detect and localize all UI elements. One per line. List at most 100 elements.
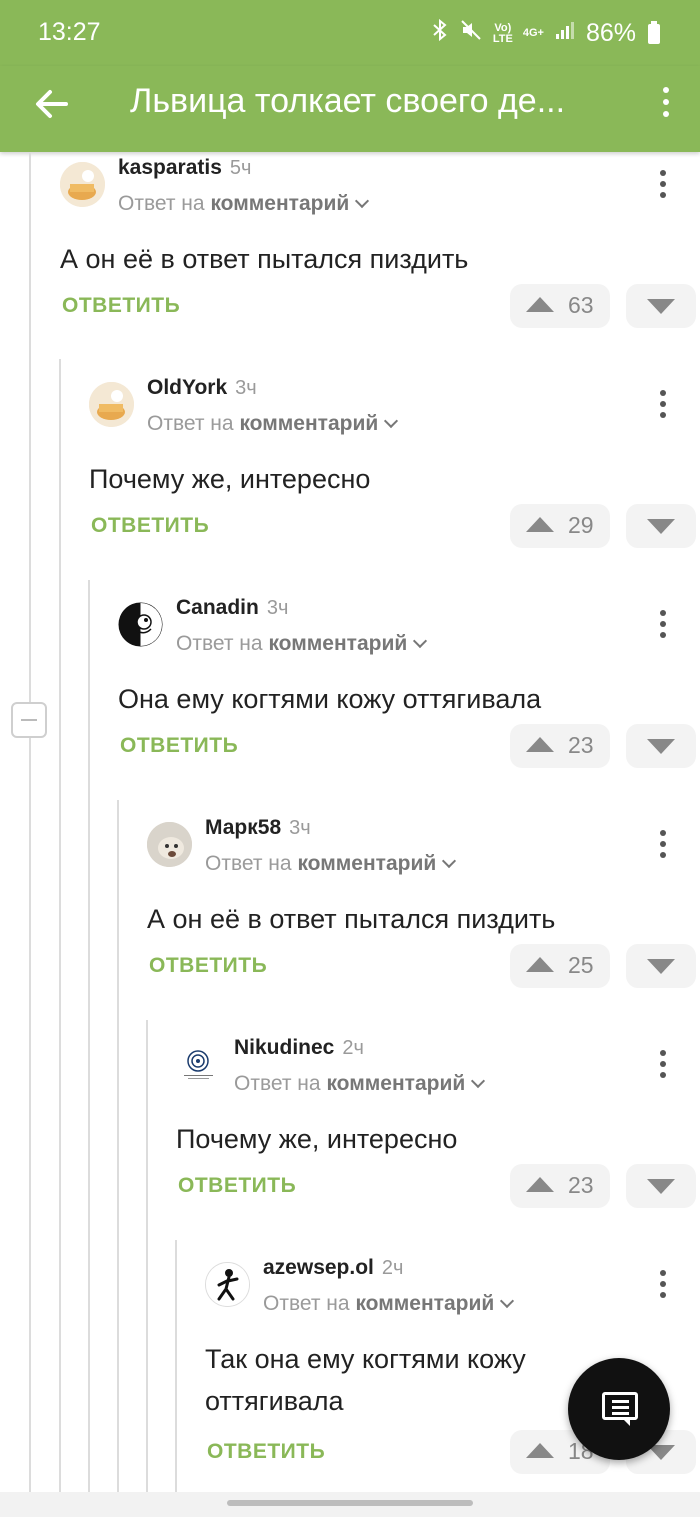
pie-avatar[interactable]	[60, 162, 105, 207]
figure-avatar[interactable]	[205, 1262, 250, 1307]
comment-time: 2ч	[381, 1257, 404, 1279]
status-bar: 13:27 Vo) LTE 4G+ 86%	[0, 0, 700, 66]
reply-target: комментарий	[355, 1292, 495, 1315]
arrow-up-icon	[526, 737, 554, 752]
reply-button[interactable]: ОТВЕТИТЬ	[120, 734, 238, 758]
battery-percent: 86%	[585, 19, 636, 47]
upvote-button[interactable]: 23	[510, 1164, 610, 1208]
arrow-up-icon	[526, 297, 554, 312]
reply-button[interactable]: ОТВЕТИТЬ	[207, 1440, 325, 1464]
comment-icon	[602, 1392, 638, 1426]
collapse-thread-button[interactable]	[11, 702, 47, 738]
reply-prefix: Ответ на	[147, 412, 234, 435]
thread-line	[29, 152, 31, 1492]
reply-button[interactable]: ОТВЕТИТЬ	[91, 514, 209, 538]
app-bar: Львица толкает своего де...	[0, 66, 700, 152]
comment-menu-icon[interactable]	[656, 828, 670, 864]
reply-prefix: Ответ на	[234, 1072, 321, 1095]
arrow-up-icon	[526, 1443, 554, 1458]
upvote-button[interactable]: 63	[510, 284, 610, 328]
reply-prefix: Ответ на	[118, 192, 205, 215]
comment-username[interactable]: Марк58 3ч	[205, 816, 311, 840]
thread-line	[88, 580, 90, 1492]
vote-count: 23	[568, 1172, 594, 1198]
arrow-up-icon	[526, 1177, 554, 1192]
reply-to-link[interactable]: Ответ на комментарий	[234, 1072, 486, 1096]
vote-count: 25	[568, 952, 594, 978]
reply-to-link[interactable]: Ответ на комментарий	[176, 632, 428, 656]
home-gesture-handle[interactable]	[227, 1500, 473, 1506]
downvote-button[interactable]	[626, 1164, 696, 1208]
reply-button[interactable]: ОТВЕТИТЬ	[149, 954, 267, 978]
arrow-up-icon	[526, 517, 554, 532]
pie-avatar[interactable]	[89, 382, 134, 427]
comment-username[interactable]: Nikudinec 2ч	[234, 1036, 364, 1060]
comment-username[interactable]: azewsep.ol 2ч	[263, 1256, 403, 1280]
vote-count: 29	[568, 512, 594, 538]
status-icons: Vo) LTE 4G+ 86%	[431, 18, 660, 49]
comment-text: Она ему когтями кожу оттягивала	[118, 684, 542, 714]
reply-prefix: Ответ на	[176, 632, 263, 655]
reply-prefix: Ответ на	[263, 1292, 350, 1315]
photo-avatar[interactable]	[147, 822, 192, 867]
comment-username[interactable]: OldYork 3ч	[147, 376, 257, 400]
reply-target: комментарий	[239, 412, 379, 435]
comment-username[interactable]: Canadin 3ч	[176, 596, 288, 620]
comment-username[interactable]: kasparatis 5ч	[118, 156, 251, 180]
bluetooth-icon	[431, 18, 449, 49]
reply-to-link[interactable]: Ответ на комментарий	[263, 1292, 515, 1316]
back-arrow-icon[interactable]	[30, 82, 74, 126]
arrow-down-icon	[647, 299, 675, 314]
comment-time: 5ч	[229, 157, 252, 179]
battery-icon	[648, 20, 660, 44]
arrow-down-icon	[647, 519, 675, 534]
comment-menu-icon[interactable]	[656, 168, 670, 204]
thread-line	[59, 359, 61, 1492]
reply-button[interactable]: ОТВЕТИТЬ	[62, 294, 180, 318]
comment: Canadin 3ч Ответ на комментарий Она ему к…	[118, 592, 700, 812]
downvote-button[interactable]	[626, 724, 696, 768]
chevron-down-icon	[355, 193, 370, 209]
arrow-up-icon	[526, 957, 554, 972]
downvote-button[interactable]	[626, 944, 696, 988]
reply-to-link[interactable]: Ответ на комментарий	[118, 192, 370, 216]
comment-menu-icon[interactable]	[656, 388, 670, 424]
reply-target: комментарий	[268, 632, 408, 655]
comment-text: Почему же, интересно	[89, 464, 371, 494]
arrow-down-icon	[647, 739, 675, 754]
network-type: 4G+	[522, 27, 544, 39]
comment-thread[interactable]: kasparatis 5ч Ответ на комментарий А он е…	[0, 152, 700, 1492]
comment: OldYork 3ч Ответ на комментарий Почему же…	[89, 372, 700, 592]
downvote-button[interactable]	[626, 284, 696, 328]
comment-text: А он её в ответ пытался пиздить	[147, 904, 556, 934]
system-nav-bar	[0, 1492, 700, 1517]
dog-avatar[interactable]	[118, 602, 163, 647]
comment: Марк58 3ч Ответ на комментарий А он её в …	[147, 812, 700, 1032]
reply-to-link[interactable]: Ответ на комментарий	[205, 852, 457, 876]
reply-prefix: Ответ на	[205, 852, 292, 875]
vote-count: 23	[568, 732, 594, 758]
page-title: Львица толкает своего де...	[130, 82, 566, 120]
spiral-avatar[interactable]	[176, 1042, 221, 1087]
comment: Nikudinec 2ч Ответ на комментарий Почему …	[176, 1032, 700, 1252]
more-menu-icon[interactable]	[658, 84, 674, 124]
downvote-button[interactable]	[626, 504, 696, 548]
arrow-down-icon	[647, 1179, 675, 1194]
signal-icon	[554, 19, 576, 48]
comment-text: А он её в ответ пытался пиздить	[60, 244, 469, 274]
comment-menu-icon[interactable]	[656, 1048, 670, 1084]
comment-time: 3ч	[289, 817, 311, 839]
volte-indicator: Vo) LTE	[493, 22, 513, 45]
chevron-down-icon	[471, 1073, 486, 1089]
thread-line	[117, 800, 119, 1492]
upvote-button[interactable]: 29	[510, 504, 610, 548]
reply-to-link[interactable]: Ответ на комментарий	[147, 412, 399, 436]
upvote-button[interactable]: 23	[510, 724, 610, 768]
reply-target: комментарий	[210, 192, 350, 215]
write-comment-button[interactable]	[568, 1358, 670, 1460]
comment-menu-icon[interactable]	[656, 1268, 670, 1304]
reply-button[interactable]: ОТВЕТИТЬ	[178, 1174, 296, 1198]
upvote-button[interactable]: 25	[510, 944, 610, 988]
comment-menu-icon[interactable]	[656, 608, 670, 644]
status-time: 13:27	[38, 18, 101, 46]
